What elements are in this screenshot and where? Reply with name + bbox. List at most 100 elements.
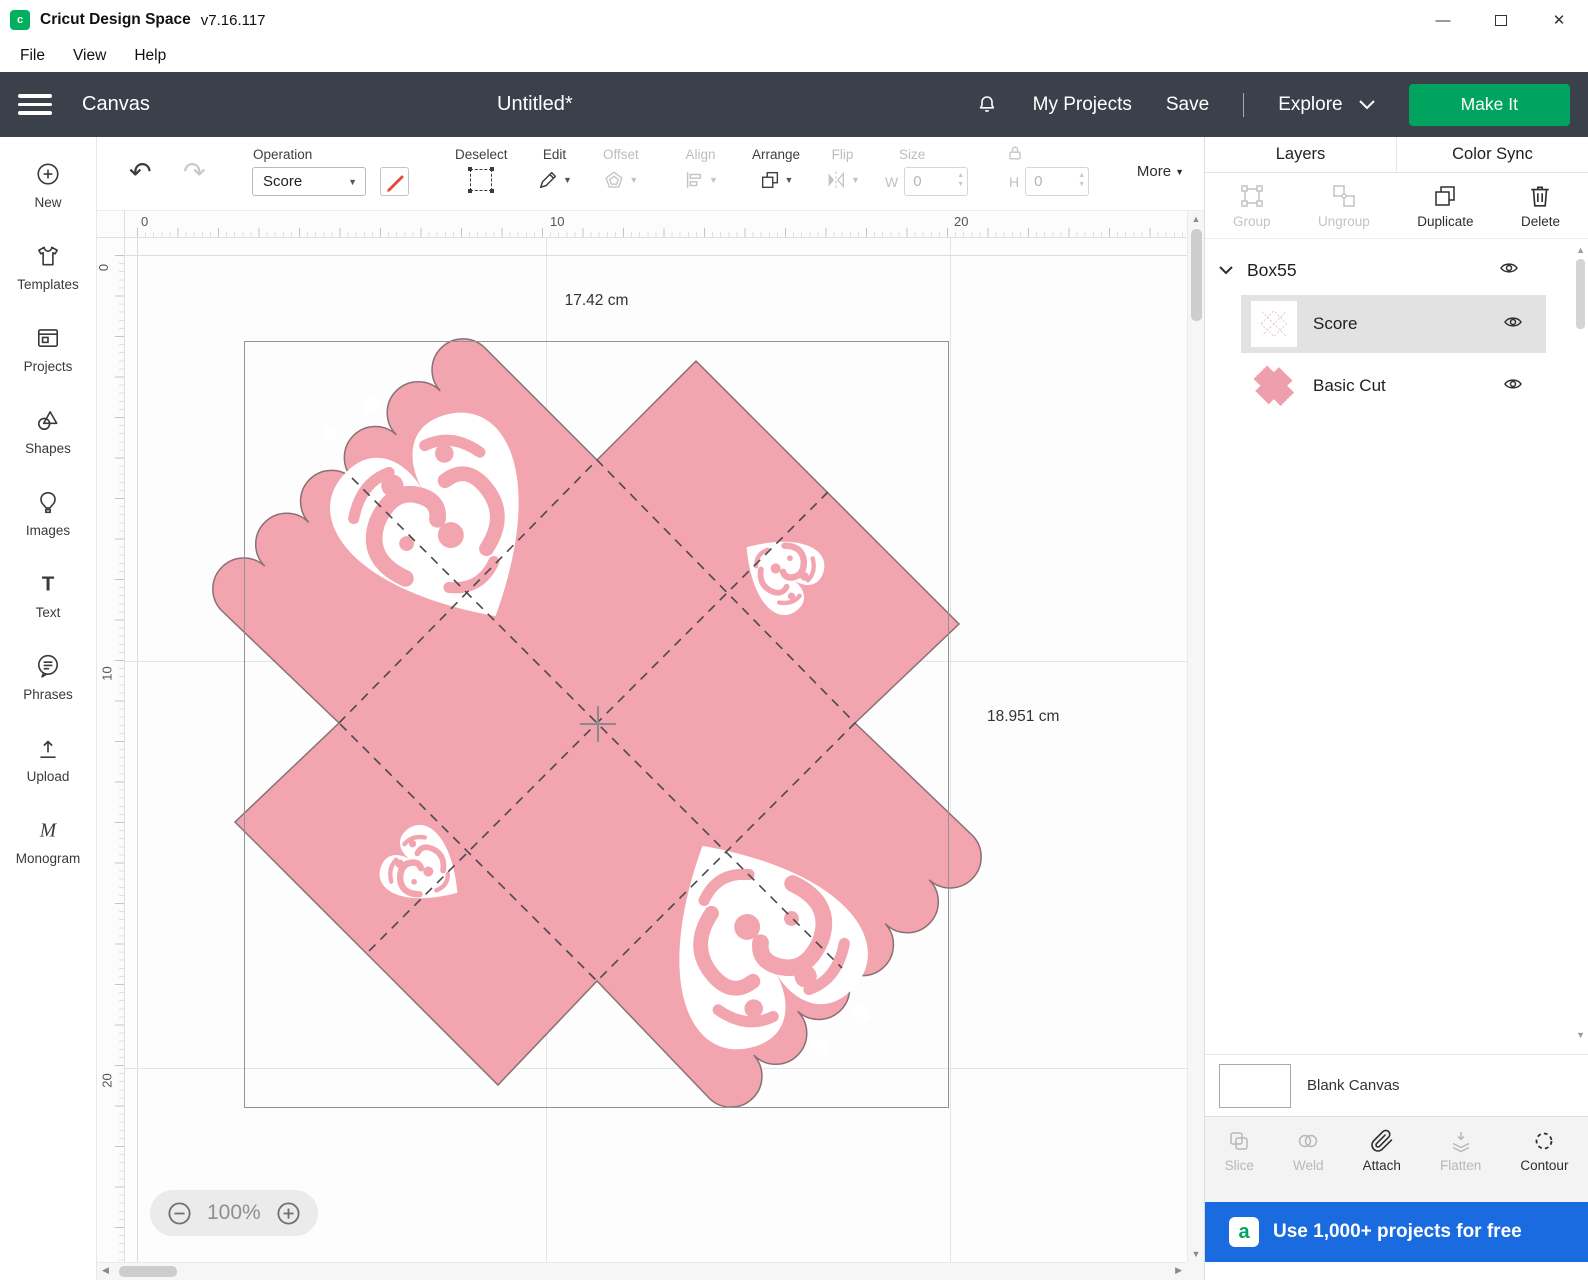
minimize-button[interactable]: —: [1414, 0, 1472, 40]
sidebar-item-shapes[interactable]: Shapes: [25, 407, 71, 456]
sidebar-item-text[interactable]: T Text: [35, 571, 61, 621]
group-button: Group: [1233, 183, 1271, 229]
sidebar-item-upload[interactable]: Upload: [27, 735, 69, 784]
vertical-scroll-thumb[interactable]: [1191, 229, 1202, 321]
redo-button[interactable]: ↷: [183, 159, 206, 186]
shirt-icon: [37, 246, 59, 266]
duplicate-button[interactable]: Duplicate: [1417, 183, 1474, 229]
layer-row-score[interactable]: Score: [1241, 295, 1546, 353]
layer-group-row[interactable]: Box55: [1205, 247, 1546, 293]
flatten-icon: [1452, 1132, 1469, 1153]
horizontal-scroll-thumb[interactable]: [119, 1266, 177, 1277]
weld-button: Weld: [1293, 1129, 1323, 1202]
chevron-down-icon: ▼: [1175, 166, 1184, 177]
ruler-vertical: 0 10 20: [96, 238, 125, 1262]
trash-icon: [1531, 186, 1550, 207]
layer-group-name: Box55: [1247, 259, 1297, 280]
more-menu-button[interactable]: More ▼: [1137, 163, 1184, 180]
chevron-down-icon: ▼: [851, 175, 860, 185]
duplicate-icon: [1435, 185, 1456, 206]
zoom-out-button[interactable]: [166, 1200, 193, 1227]
tab-layers[interactable]: Layers: [1205, 137, 1397, 172]
blank-canvas-row[interactable]: Blank Canvas: [1205, 1054, 1588, 1116]
scroll-right-arrow[interactable]: ▶: [1175, 1265, 1182, 1276]
operation-label: Operation: [253, 147, 313, 162]
document-title[interactable]: Untitled*: [497, 93, 573, 116]
blank-canvas-swatch[interactable]: [1219, 1063, 1291, 1108]
slice-icon: [1230, 1132, 1248, 1150]
panel-scroll-down-arrow[interactable]: ▼: [1576, 1030, 1585, 1040]
chevron-down-icon: [1358, 99, 1375, 109]
menu-help[interactable]: Help: [134, 47, 166, 65]
canvas-nav-label[interactable]: Canvas: [82, 93, 150, 116]
canvas-area[interactable]: 17.42 cm 18.951 cm 100%: [125, 238, 1187, 1262]
deselect-button[interactable]: Deselect: [455, 147, 508, 193]
visibility-eye-icon[interactable]: [1502, 314, 1524, 335]
explore-menu[interactable]: Explore: [1278, 94, 1375, 116]
contour-icon: [1536, 1132, 1553, 1150]
scroll-down-arrow[interactable]: ▼: [1188, 1249, 1204, 1259]
menu-view[interactable]: View: [73, 47, 106, 65]
offset-button: Offset ▼: [603, 147, 639, 191]
edit-menu-button[interactable]: Edit ▼: [537, 147, 572, 191]
left-sidebar: New Templates Projects Shapes Images T T…: [0, 137, 97, 1280]
visibility-eye-icon[interactable]: [1498, 260, 1520, 281]
edit-toolbar: ↶ ↷ Operation Score ▼ Deselect Edit ▼ Of…: [97, 137, 1204, 211]
sidebar-item-phrases[interactable]: Phrases: [23, 653, 73, 702]
sidebar-item-images[interactable]: Images: [26, 489, 70, 538]
visibility-eye-icon[interactable]: [1502, 376, 1524, 397]
access-promo-banner[interactable]: a Use 1,000+ projects for free: [1205, 1202, 1588, 1262]
title-bar: c Cricut Design Space v7.16.117 — ✕: [0, 0, 1588, 40]
panel-scroll-up-arrow[interactable]: ▲: [1576, 245, 1585, 255]
score-color-swatch[interactable]: [380, 167, 409, 196]
undo-button[interactable]: ↶: [129, 159, 152, 186]
scrollbar-corner: [1187, 1262, 1204, 1280]
ruler-horizontal: 0 10 20: [125, 211, 1187, 238]
horizontal-scrollbar[interactable]: ◀ ▶: [97, 1262, 1187, 1280]
selection-center-crosshair: [597, 706, 599, 742]
tab-color-sync[interactable]: Color Sync: [1397, 137, 1588, 172]
maximize-button[interactable]: [1472, 0, 1530, 40]
sidebar-item-templates[interactable]: Templates: [17, 243, 79, 292]
app-window: c Cricut Design Space v7.16.117 — ✕ File…: [0, 0, 1588, 1280]
sidebar-item-new[interactable]: New: [34, 161, 62, 210]
zoom-in-button[interactable]: [275, 1200, 302, 1227]
gridline: [125, 255, 1187, 256]
panel-scroll-thumb[interactable]: [1576, 259, 1585, 329]
flip-icon: [828, 171, 844, 189]
save-link[interactable]: Save: [1166, 94, 1209, 116]
my-projects-link[interactable]: My Projects: [1033, 94, 1132, 116]
sidebar-item-projects[interactable]: Projects: [24, 325, 72, 374]
layer-row-basic-cut[interactable]: Basic Cut: [1241, 357, 1546, 415]
shapes-icon: [37, 411, 58, 431]
chevron-down-icon[interactable]: [1219, 265, 1233, 275]
svg-text:T: T: [42, 573, 55, 596]
scroll-up-arrow[interactable]: ▲: [1188, 214, 1204, 224]
make-it-button[interactable]: Make It: [1408, 83, 1570, 126]
main-menu-button[interactable]: [18, 94, 52, 115]
notifications-bell-icon[interactable]: [975, 93, 999, 117]
delete-button[interactable]: Delete: [1521, 183, 1560, 229]
flip-button: Flip ▼: [825, 147, 860, 191]
close-button[interactable]: ✕: [1530, 0, 1588, 40]
align-icon: [686, 172, 702, 188]
ungroup-icon: [1333, 184, 1355, 207]
layers-panel: Layers Color Sync Group Ungroup Duplicat…: [1204, 137, 1588, 1280]
speech-bubble-icon: [37, 654, 59, 678]
contour-button[interactable]: Contour: [1520, 1129, 1568, 1202]
width-spinner: ▲ ▼: [957, 172, 965, 188]
lock-ratio-button: [1005, 143, 1025, 168]
vertical-scrollbar[interactable]: ▲ ▼: [1187, 211, 1204, 1262]
blank-canvas-label: Blank Canvas: [1307, 1077, 1400, 1094]
upload-arrow-icon: [40, 740, 56, 759]
design-artwork[interactable]: [210, 320, 990, 1135]
slice-button: Slice: [1225, 1129, 1254, 1202]
attach-button[interactable]: Attach: [1363, 1129, 1401, 1202]
scroll-left-arrow[interactable]: ◀: [102, 1265, 109, 1276]
selection-width-label: 17.42 cm: [564, 292, 629, 309]
zoom-level: 100%: [207, 1201, 261, 1224]
sidebar-item-monogram[interactable]: M Monogram: [16, 817, 81, 867]
arrange-button[interactable]: Arrange ▼: [752, 147, 800, 191]
operation-select[interactable]: Score ▼: [252, 167, 366, 196]
menu-file[interactable]: File: [20, 47, 45, 65]
